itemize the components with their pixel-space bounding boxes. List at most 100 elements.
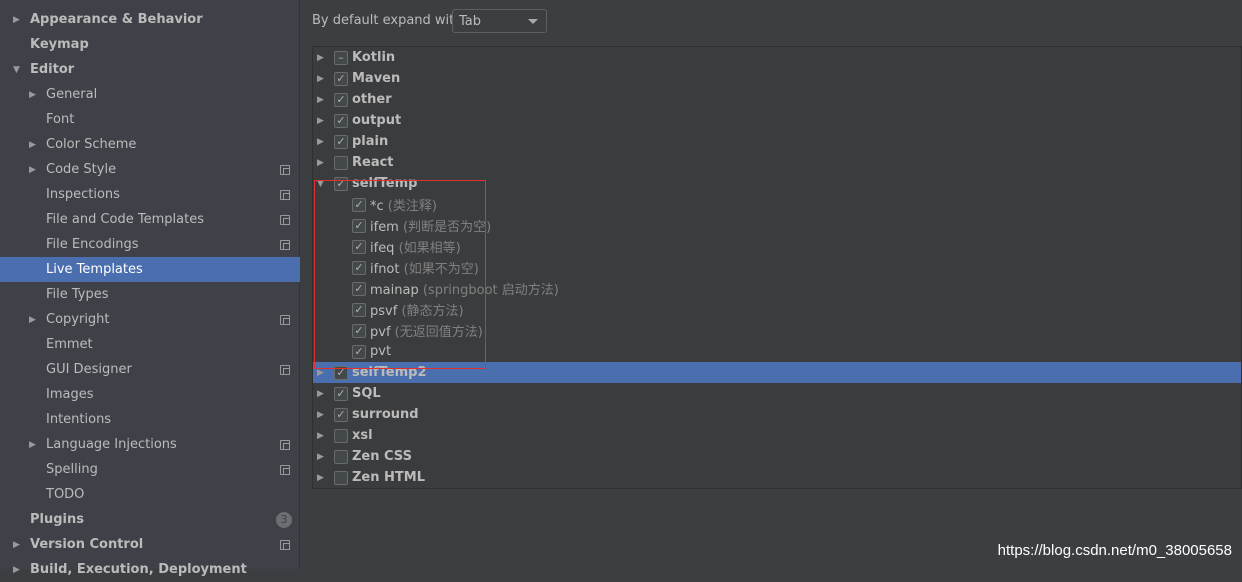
- template-group[interactable]: ▶ Zen CSS: [313, 446, 1241, 467]
- sidebar-item-editor[interactable]: ▼ Editor: [0, 57, 300, 82]
- checkbox[interactable]: [334, 155, 348, 170]
- sidebar-item-live-templates[interactable]: Live Templates: [0, 257, 300, 282]
- sidebar-item-file-encodings[interactable]: File Encodings: [0, 232, 300, 257]
- expand-right-icon[interactable]: ▶: [29, 315, 36, 325]
- sidebar-item-intentions[interactable]: Intentions: [0, 407, 300, 432]
- template-item[interactable]: ✓ mainap (springboot 启动方法): [313, 278, 1241, 299]
- sidebar-item-color-scheme[interactable]: ▶ Color Scheme: [0, 132, 300, 157]
- template-group[interactable]: ▶ ✓ SQL: [313, 383, 1241, 404]
- template-description: (无返回值方法): [394, 325, 483, 340]
- template-item[interactable]: ✓ ifnot (如果不为空): [313, 257, 1241, 278]
- expand-right-icon[interactable]: ▶: [29, 440, 36, 450]
- expand-right-icon[interactable]: ▶: [13, 15, 20, 25]
- expand-right-icon[interactable]: ▶: [13, 565, 20, 575]
- checkbox[interactable]: ✓: [352, 302, 366, 317]
- expand-with-dropdown[interactable]: Tab: [452, 9, 547, 33]
- expand-right-icon[interactable]: ▶: [29, 90, 36, 100]
- template-group[interactable]: ▼ ✓ selfTemp: [313, 173, 1241, 194]
- expand-right-icon[interactable]: ▶: [317, 410, 324, 420]
- checkbox[interactable]: ✓: [334, 71, 348, 86]
- sidebar-item-spelling[interactable]: Spelling: [0, 457, 300, 482]
- checkbox[interactable]: ✓: [334, 134, 348, 149]
- checkbox[interactable]: ✓: [334, 113, 348, 128]
- project-settings-icon: [280, 189, 290, 200]
- sidebar-item-images[interactable]: Images: [0, 382, 300, 407]
- checkbox[interactable]: ✓: [334, 407, 348, 422]
- checkbox[interactable]: ✓: [352, 218, 366, 233]
- template-item[interactable]: ✓ ifem (判断是否为空): [313, 215, 1241, 236]
- template-item[interactable]: ✓ psvf (静态方法): [313, 299, 1241, 320]
- template-group[interactable]: ▶ React: [313, 152, 1241, 173]
- sidebar-item-label: Plugins: [30, 512, 84, 527]
- checkbox[interactable]: ✓: [352, 260, 366, 275]
- checkbox[interactable]: [334, 449, 348, 464]
- expand-right-icon[interactable]: ▶: [317, 452, 324, 462]
- template-abbrev: SQL: [352, 386, 381, 401]
- sidebar-item-label: Font: [46, 112, 75, 127]
- expand-right-icon[interactable]: ▶: [13, 540, 20, 550]
- template-item[interactable]: ✓ pvt: [313, 341, 1241, 362]
- sidebar-item-build-execution-deployment[interactable]: ▶ Build, Execution, Deployment: [0, 557, 300, 582]
- checkbox[interactable]: ✓: [334, 176, 348, 191]
- sidebar-item-todo[interactable]: TODO: [0, 482, 300, 507]
- project-settings-icon: [280, 539, 290, 550]
- sidebar-item-plugins[interactable]: Plugins 3: [0, 507, 300, 532]
- checkbox[interactable]: ✓: [352, 344, 366, 359]
- chevron-down-icon: [528, 19, 538, 24]
- sidebar-item-general[interactable]: ▶ General: [0, 82, 300, 107]
- expand-right-icon[interactable]: ▶: [317, 431, 324, 441]
- expand-right-icon[interactable]: ▶: [29, 140, 36, 150]
- expand-right-icon[interactable]: ▶: [317, 137, 324, 147]
- checkbox[interactable]: ✓: [352, 197, 366, 212]
- expand-right-icon[interactable]: ▶: [29, 165, 36, 175]
- sidebar-item-code-style[interactable]: ▶ Code Style: [0, 157, 300, 182]
- template-abbrev: Zen HTML: [352, 470, 425, 485]
- sidebar-item-emmet[interactable]: Emmet: [0, 332, 300, 357]
- expand-right-icon[interactable]: ▶: [317, 389, 324, 399]
- expand-right-icon[interactable]: ▶: [317, 116, 324, 126]
- checkbox[interactable]: –: [334, 50, 348, 65]
- expand-right-icon[interactable]: ▶: [317, 158, 324, 168]
- sidebar-item-inspections[interactable]: Inspections: [0, 182, 300, 207]
- template-group[interactable]: ▶ ✓ other: [313, 89, 1241, 110]
- template-group[interactable]: ▶ ✓ output: [313, 110, 1241, 131]
- expand-down-icon[interactable]: ▼: [13, 65, 20, 75]
- checkbox[interactable]: [334, 470, 348, 485]
- template-group[interactable]: ▶ – Kotlin: [313, 47, 1241, 68]
- checkbox[interactable]: ✓: [334, 386, 348, 401]
- template-item[interactable]: ✓ pvf (无返回值方法): [313, 320, 1241, 341]
- checkbox[interactable]: ✓: [352, 323, 366, 338]
- sidebar-item-appearance-behavior[interactable]: ▶ Appearance & Behavior: [0, 7, 300, 32]
- sidebar-item-copyright[interactable]: ▶ Copyright: [0, 307, 300, 332]
- expand-down-icon[interactable]: ▼: [317, 179, 324, 189]
- template-name: React: [352, 155, 394, 170]
- expand-right-icon[interactable]: ▶: [317, 95, 324, 105]
- template-item[interactable]: ✓ *c (类注释): [313, 194, 1241, 215]
- checkbox[interactable]: ✓: [334, 92, 348, 107]
- sidebar-item-label: Appearance & Behavior: [30, 12, 203, 27]
- expand-right-icon[interactable]: ▶: [317, 53, 324, 63]
- template-item[interactable]: ✓ ifeq (如果相等): [313, 236, 1241, 257]
- expand-right-icon[interactable]: ▶: [317, 368, 324, 378]
- template-group[interactable]: ▶ ✓ surround: [313, 404, 1241, 425]
- template-group[interactable]: ▶ Zen HTML: [313, 467, 1241, 488]
- checkbox[interactable]: [334, 428, 348, 443]
- sidebar-item-file-types[interactable]: File Types: [0, 282, 300, 307]
- template-group[interactable]: ▶ xsl: [313, 425, 1241, 446]
- template-abbrev: mainap: [370, 283, 419, 298]
- checkbox[interactable]: ✓: [334, 365, 348, 380]
- template-abbrev: output: [352, 113, 402, 128]
- expand-right-icon[interactable]: ▶: [317, 74, 324, 84]
- template-group[interactable]: ▶ ✓ selfTemp2: [313, 362, 1241, 383]
- sidebar-item-keymap[interactable]: Keymap: [0, 32, 300, 57]
- sidebar-item-font[interactable]: Font: [0, 107, 300, 132]
- sidebar-item-language-injections[interactable]: ▶ Language Injections: [0, 432, 300, 457]
- sidebar-item-file-and-code-templates[interactable]: File and Code Templates: [0, 207, 300, 232]
- template-group[interactable]: ▶ ✓ Maven: [313, 68, 1241, 89]
- sidebar-item-gui-designer[interactable]: GUI Designer: [0, 357, 300, 382]
- template-group[interactable]: ▶ ✓ plain: [313, 131, 1241, 152]
- checkbox[interactable]: ✓: [352, 281, 366, 296]
- checkbox[interactable]: ✓: [352, 239, 366, 254]
- expand-right-icon[interactable]: ▶: [317, 473, 324, 483]
- sidebar-item-version-control[interactable]: ▶ Version Control: [0, 532, 300, 557]
